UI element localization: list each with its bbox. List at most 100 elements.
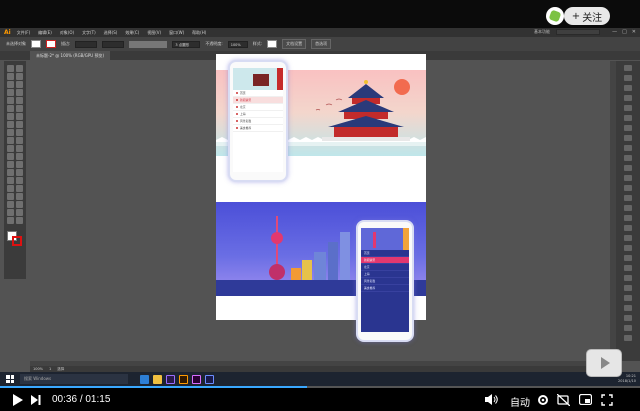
tool-icon[interactable] [16, 65, 23, 72]
premiere-icon[interactable] [166, 374, 175, 384]
panel-icon[interactable] [624, 95, 632, 101]
taskbar-search-input[interactable]: 搜索 Windows [20, 374, 128, 384]
document-setup-button[interactable]: 文档设置 [282, 39, 307, 49]
tool-icon[interactable] [16, 89, 23, 96]
media-encoder-icon[interactable] [205, 374, 214, 384]
menu-help[interactable]: 帮助(H) [192, 30, 206, 36]
panel-icon[interactable] [624, 235, 632, 241]
tool-icon[interactable] [7, 201, 14, 208]
opacity-input[interactable]: 100% [227, 40, 248, 48]
panel-icon[interactable] [624, 195, 632, 201]
tool-icon[interactable] [7, 161, 14, 168]
tool-icon[interactable] [16, 185, 23, 192]
panel-icon[interactable] [624, 245, 632, 251]
profile-select[interactable] [102, 40, 125, 48]
preferences-button[interactable]: 首选项 [311, 39, 332, 49]
menu-edit[interactable]: 编辑(E) [38, 30, 52, 36]
follow-button[interactable]: + 关注 [564, 7, 610, 25]
tool-icon[interactable] [16, 113, 23, 120]
tool-icon[interactable] [7, 65, 14, 72]
phone-mockup-right[interactable]: 首页 新闻资讯 北京 上海 风景名胜 美食推荐 [356, 220, 414, 342]
tool-icon[interactable] [7, 89, 14, 96]
panel-icon[interactable] [624, 215, 632, 221]
channel-avatar[interactable] [546, 7, 564, 25]
panel-icon[interactable] [624, 165, 632, 171]
panel-icon[interactable] [624, 255, 632, 261]
phone-menu-item[interactable]: 风景名胜 [233, 118, 283, 125]
menu-effect[interactable]: 效果(C) [125, 30, 139, 36]
tool-icon[interactable] [16, 137, 23, 144]
tool-icon[interactable] [7, 217, 14, 224]
panel-icon[interactable] [624, 125, 632, 131]
menu-file[interactable]: 文件(F) [17, 30, 30, 36]
tool-icon[interactable] [16, 209, 23, 216]
panel-icon[interactable] [624, 315, 632, 321]
brush-select[interactable] [129, 40, 168, 48]
tool-icon[interactable] [7, 185, 14, 192]
tool-icon[interactable] [7, 97, 14, 104]
picture-in-picture-icon[interactable] [578, 393, 592, 406]
stroke-weight-select[interactable] [75, 40, 98, 48]
maximize-icon[interactable]: □ [622, 29, 627, 35]
quality-auto-button[interactable]: 自动 [510, 394, 530, 409]
tool-icon[interactable] [16, 193, 23, 200]
panel-icon[interactable] [624, 335, 632, 341]
tool-icon[interactable] [16, 145, 23, 152]
after-effects-icon[interactable] [192, 374, 201, 384]
zoom-level[interactable]: 100% [33, 367, 43, 371]
menu-object[interactable]: 对象(O) [60, 30, 74, 36]
tool-icon[interactable] [16, 129, 23, 136]
tool-icon[interactable] [16, 201, 23, 208]
panel-icon[interactable] [624, 205, 632, 211]
tool-icon[interactable] [7, 153, 14, 160]
panel-icon[interactable] [624, 135, 632, 141]
brush-point-select[interactable]: 3 点圆形 [172, 40, 201, 48]
panel-icon[interactable] [624, 155, 632, 161]
tool-icon[interactable] [7, 209, 14, 216]
panel-icon[interactable] [624, 295, 632, 301]
panel-icon[interactable] [624, 115, 632, 121]
tool-icon[interactable] [7, 169, 14, 176]
phone-menu-item-active[interactable]: 新闻资讯 [233, 97, 283, 104]
fullscreen-icon[interactable] [600, 393, 614, 406]
panel-icon[interactable] [624, 275, 632, 281]
panel-icon[interactable] [624, 325, 632, 331]
panel-icon[interactable] [624, 285, 632, 291]
phone-menu-item[interactable]: 首页 [233, 90, 283, 97]
workspace-switcher[interactable]: 基本功能 [534, 29, 550, 35]
stroke-icon[interactable] [12, 236, 22, 246]
menu-type[interactable]: 文字(T) [82, 30, 96, 36]
phone-menu-item[interactable]: 风景名胜 [361, 278, 409, 285]
tool-icon[interactable] [16, 121, 23, 128]
panel-icon[interactable] [624, 305, 632, 311]
phone-menu-item[interactable]: 美食推荐 [233, 125, 283, 132]
panel-icon[interactable] [624, 265, 632, 271]
tool-icon[interactable] [16, 105, 23, 112]
phone-menu-item[interactable]: 北京 [361, 264, 409, 271]
tool-icon[interactable] [16, 81, 23, 88]
system-tray[interactable]: 10:21 2018/1/10 [618, 374, 636, 383]
panel-icon[interactable] [624, 145, 632, 151]
next-icon[interactable] [30, 393, 42, 406]
artboard-number[interactable]: 1 [49, 367, 51, 371]
phone-menu-item[interactable]: 首页 [361, 250, 409, 257]
vertical-scrollbar[interactable] [610, 61, 616, 361]
tool-icon[interactable] [7, 129, 14, 136]
danmaku-off-icon[interactable] [556, 393, 570, 406]
tool-icon[interactable] [16, 177, 23, 184]
tool-icon[interactable] [7, 177, 14, 184]
artboard[interactable]: 首页 新闻资讯 北京 上海 风景名胜 美食推荐 首页 新闻资讯 北京 上海 风景… [216, 54, 426, 342]
illustrator-icon[interactable] [179, 374, 188, 384]
style-swatch[interactable] [267, 40, 278, 48]
tool-icon[interactable] [7, 113, 14, 120]
tool-icon[interactable] [7, 81, 14, 88]
tool-icon[interactable] [16, 161, 23, 168]
fill-stroke-widget[interactable] [7, 231, 22, 246]
panel-icon[interactable] [624, 225, 632, 231]
phone-menu-item[interactable]: 上海 [361, 271, 409, 278]
phone-menu-item[interactable]: 北京 [233, 104, 283, 111]
tool-icon[interactable] [7, 105, 14, 112]
settings-gear-icon[interactable] [536, 393, 550, 406]
panel-icon[interactable] [624, 175, 632, 181]
panel-icon[interactable] [624, 85, 632, 91]
